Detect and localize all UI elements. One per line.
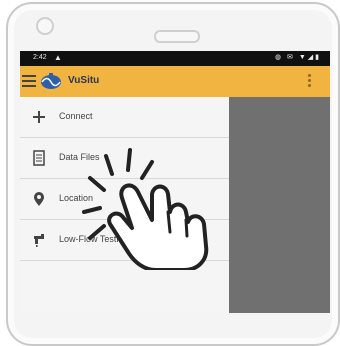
- location-pin-icon: [34, 192, 44, 206]
- status-icons: ◍ ✉ ▼◢▮: [274, 54, 321, 61]
- app-bar: VuSitu: [20, 66, 330, 97]
- speaker-grille: [154, 30, 200, 43]
- camera-icon: [36, 17, 54, 35]
- move-icon: [33, 111, 45, 123]
- app-title: VuSitu: [68, 75, 100, 86]
- document-icon: [33, 150, 45, 166]
- hamburger-icon[interactable]: [22, 75, 36, 87]
- warning-icon: ▲: [54, 53, 62, 62]
- faucet-icon: [34, 234, 44, 247]
- more-vert-icon[interactable]: [308, 74, 312, 89]
- status-time: 2:42: [33, 54, 47, 61]
- tap-hand-icon: [82, 148, 209, 270]
- status-bar: 2:42 ▲ ◍ ✉ ▼◢▮: [20, 51, 330, 66]
- vusitu-logo-icon: [41, 73, 61, 89]
